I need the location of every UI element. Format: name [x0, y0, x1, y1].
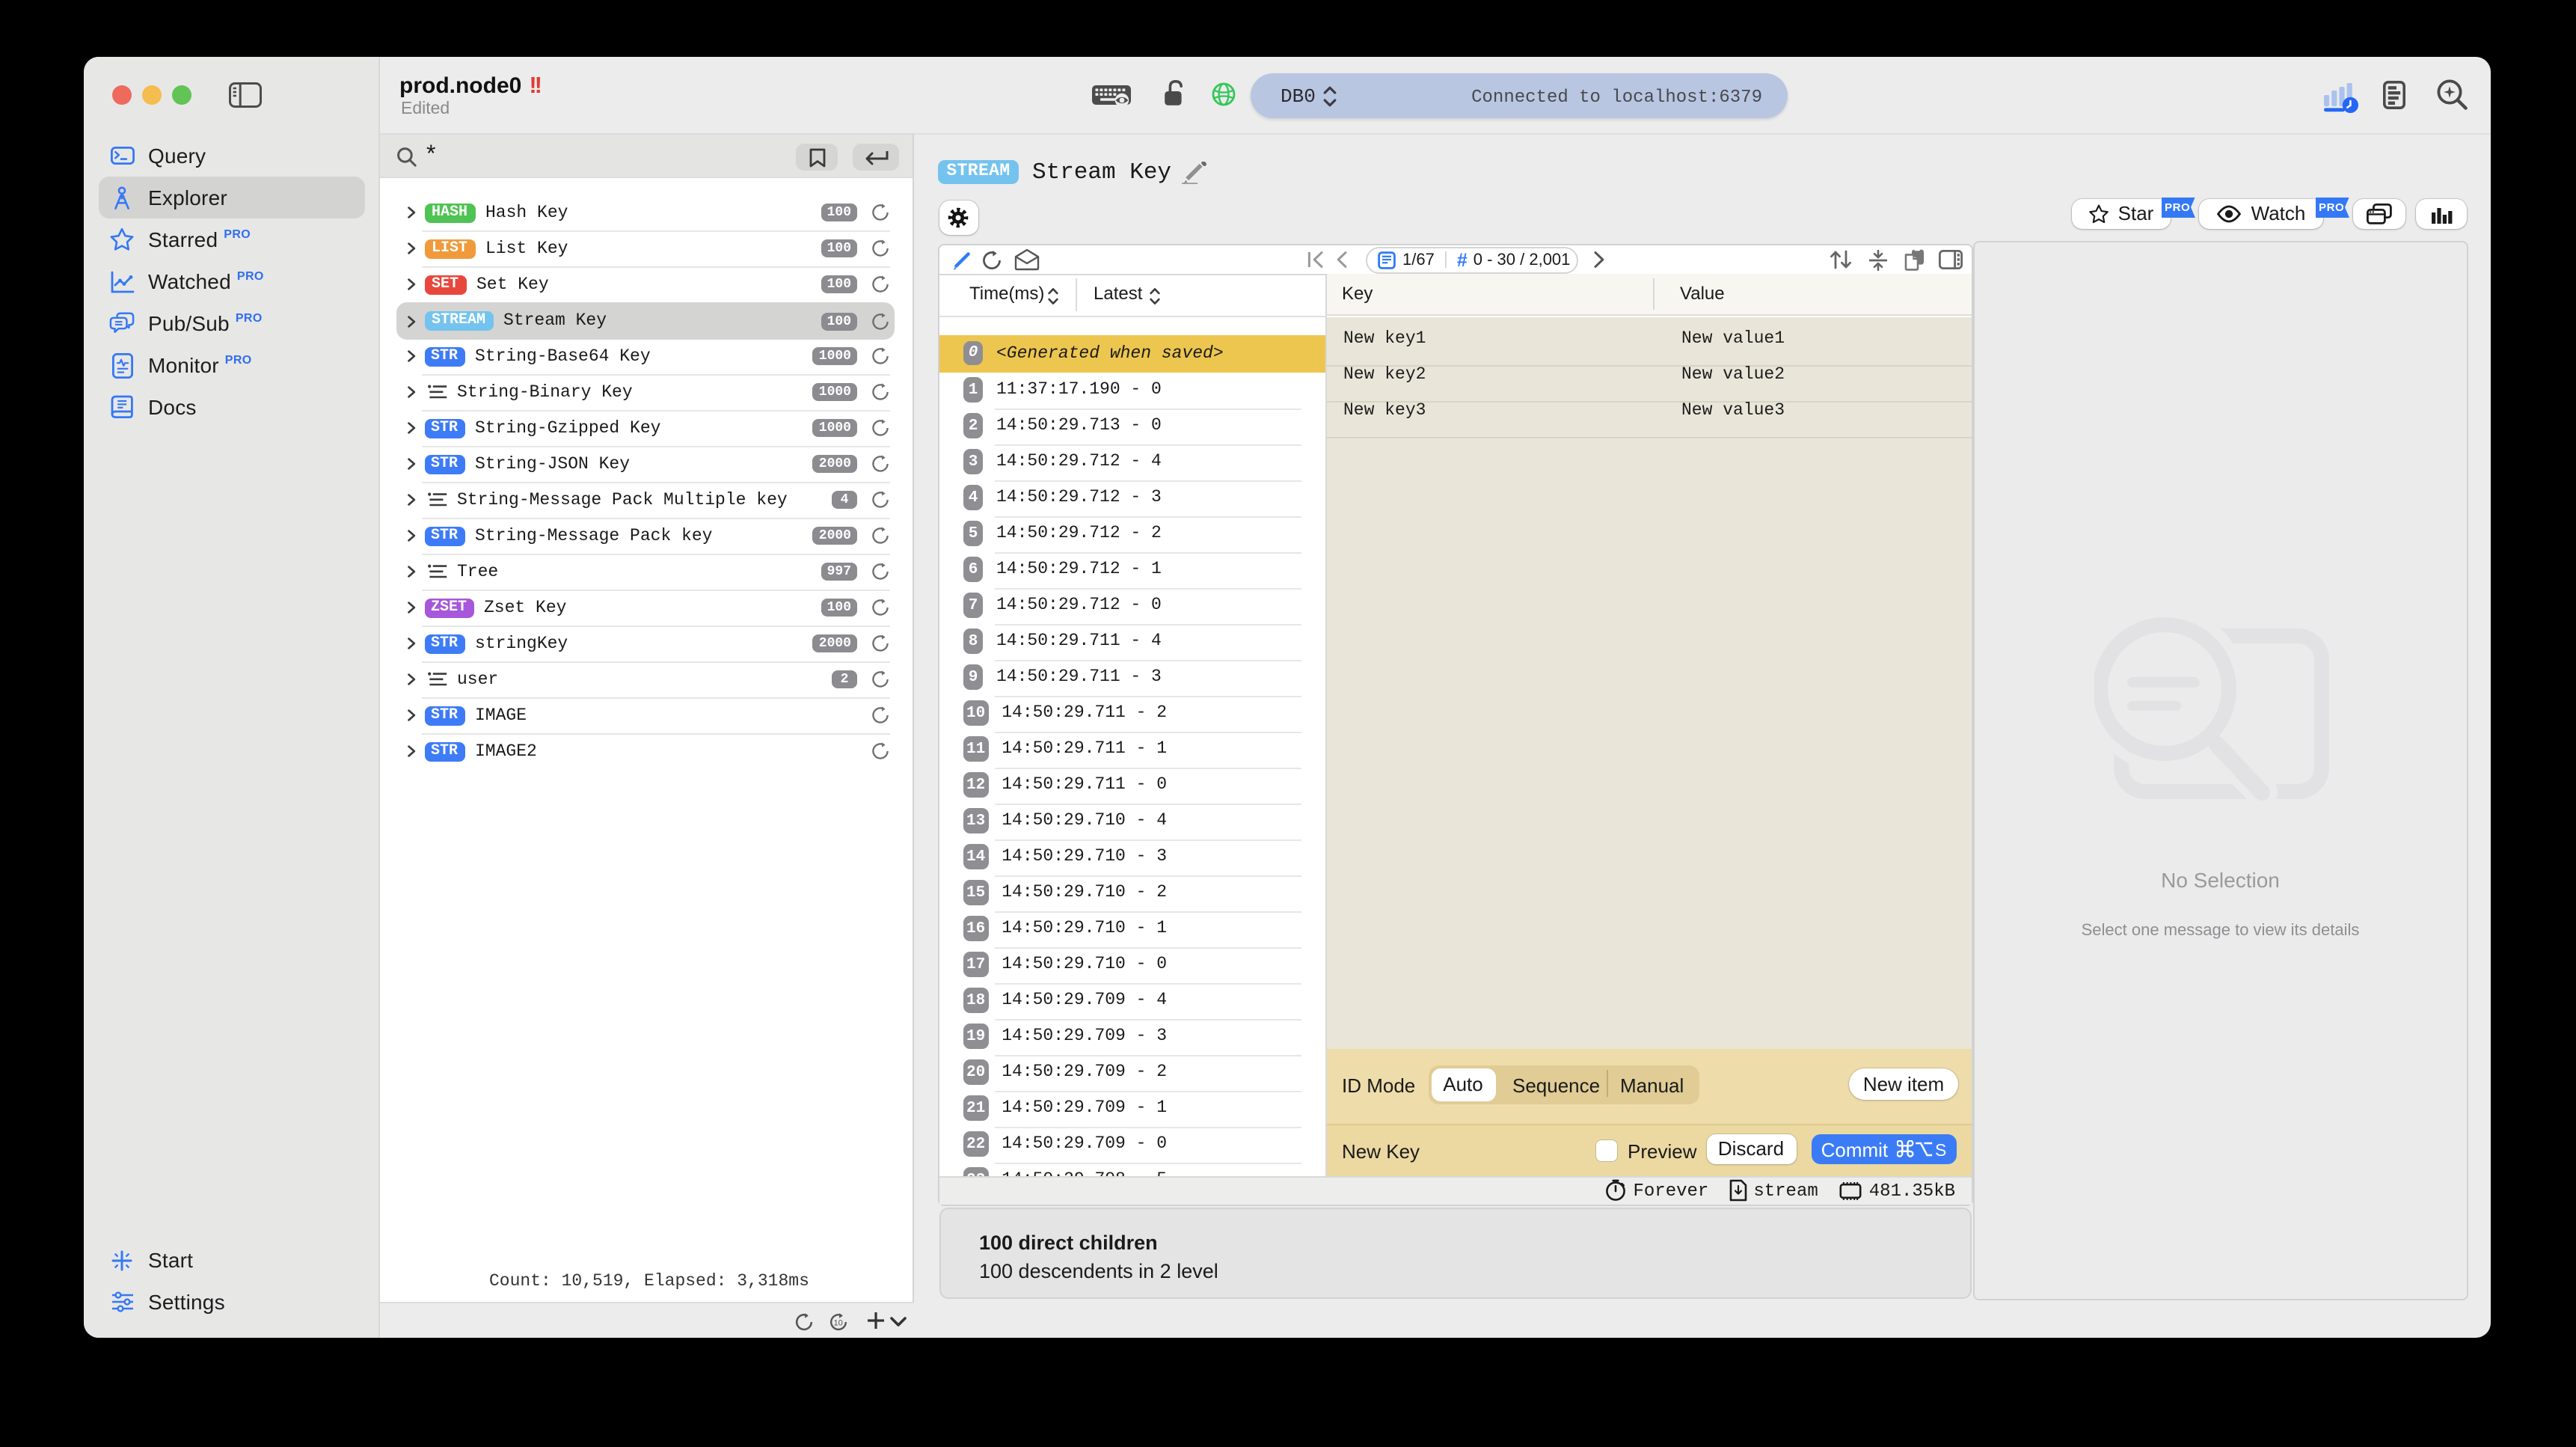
svg-text:S: S — [1934, 1140, 1945, 1158]
svg-text:10: 10 — [833, 1318, 842, 1327]
